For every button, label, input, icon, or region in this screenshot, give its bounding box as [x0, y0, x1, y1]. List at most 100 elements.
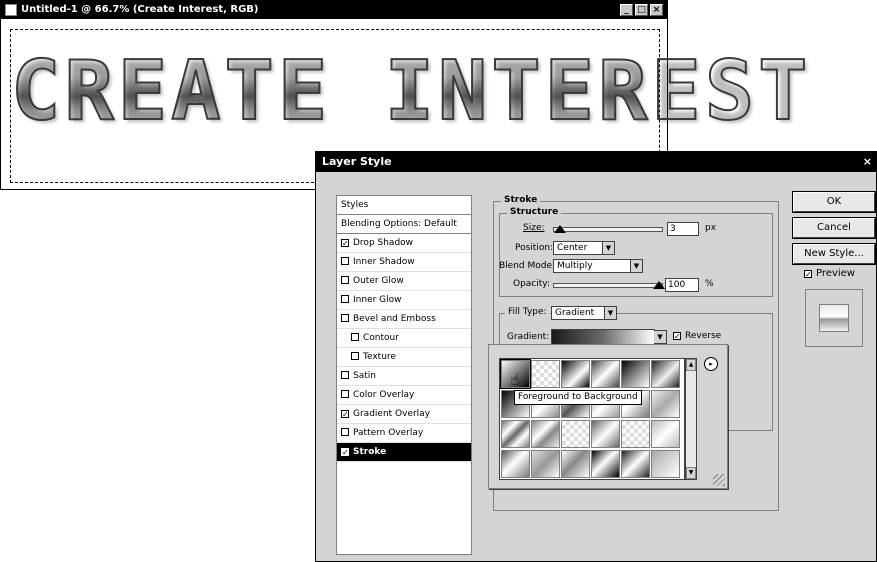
style-item-label: Gradient Overlay [353, 409, 431, 419]
styles-header[interactable]: Styles [337, 196, 471, 215]
style-item-gradient-overlay[interactable]: ✓ Gradient Overlay [337, 405, 471, 424]
style-item-pattern-overlay[interactable]: Pattern Overlay [337, 424, 471, 443]
maximize-button[interactable]: □ [635, 4, 648, 16]
gradient-dropdown[interactable]: ▼ [654, 330, 667, 344]
check-icon[interactable]: ✓ [341, 239, 349, 248]
reverse-label: Reverse [685, 331, 722, 341]
stroke-legend: Stroke [501, 195, 541, 205]
fill-type-select[interactable]: Gradient ▼ [551, 306, 617, 320]
style-item-label: Inner Shadow [353, 257, 415, 267]
picker-menu-icon[interactable]: ▸ [704, 357, 718, 371]
gradient-swatch[interactable] [621, 420, 650, 448]
checkbox-icon[interactable] [341, 276, 349, 284]
style-item-label: Outer Glow [353, 276, 404, 286]
gradient-swatch-grid [499, 358, 685, 480]
position-value: Center [557, 243, 588, 253]
fill-type-label: Fill Type: [505, 307, 550, 317]
document-title-bar[interactable]: Untitled-1 @ 66.7% (Create Interest, RGB… [1, 1, 667, 19]
new-style-button[interactable]: New Style... [792, 243, 876, 265]
chevron-down-icon: ▼ [602, 242, 614, 254]
resize-grip-icon[interactable] [713, 474, 725, 486]
style-item-bevel-and-emboss[interactable]: Bevel and Emboss [337, 310, 471, 329]
cancel-button[interactable]: Cancel [792, 217, 876, 239]
gradient-swatch[interactable] [531, 360, 560, 388]
opacity-slider-thumb[interactable] [653, 281, 665, 289]
gradient-swatch[interactable] [591, 450, 620, 478]
checkbox-icon[interactable] [341, 295, 349, 303]
style-item-label: Drop Shadow [353, 238, 414, 248]
gradient-swatch[interactable] [621, 450, 650, 478]
chevron-down-icon: ▼ [630, 260, 642, 272]
blending-options[interactable]: Blending Options: Default [337, 215, 471, 234]
size-unit: px [705, 223, 717, 233]
checkbox-icon[interactable] [341, 428, 349, 436]
gradient-swatch[interactable] [561, 450, 590, 478]
gradient-swatch[interactable] [591, 360, 620, 388]
minimize-button[interactable]: _ [620, 4, 633, 16]
dialog-close-icon[interactable]: × [863, 152, 872, 172]
ok-button[interactable]: OK [792, 191, 876, 213]
checkbox-icon[interactable] [341, 257, 349, 265]
gradient-swatch[interactable] [531, 450, 560, 478]
canvas-text: CREATE INTEREST [10, 43, 812, 140]
blend-mode-select[interactable]: Multiply ▼ [553, 259, 643, 273]
gradient-swatch[interactable] [651, 390, 680, 418]
gradient-swatch[interactable] [651, 360, 680, 388]
style-item-label: Texture [363, 352, 396, 362]
check-icon[interactable]: ✓ [341, 448, 349, 457]
style-item-texture[interactable]: Texture [337, 348, 471, 367]
position-select[interactable]: Center ▼ [553, 241, 615, 255]
preview-label: Preview [816, 268, 855, 279]
gradient-swatch[interactable] [501, 420, 530, 448]
checkbox-icon[interactable] [341, 314, 349, 322]
style-item-drop-shadow[interactable]: ✓ Drop Shadow [337, 234, 471, 253]
size-input[interactable]: 3 [667, 222, 699, 236]
gradient-swatch[interactable] [501, 450, 530, 478]
style-item-label: Stroke [353, 447, 387, 457]
style-item-outer-glow[interactable]: Outer Glow [337, 272, 471, 291]
size-label: Size: [523, 223, 545, 233]
styles-list: Styles Blending Options: Default ✓ Drop S… [336, 195, 472, 555]
close-button[interactable]: × [650, 4, 663, 16]
style-item-color-overlay[interactable]: Color Overlay [337, 386, 471, 405]
style-item-contour[interactable]: Contour [337, 329, 471, 348]
gradient-swatch[interactable] [531, 420, 560, 448]
gradient-swatch[interactable] [591, 420, 620, 448]
blend-mode-label: Blend Mode: [499, 261, 556, 271]
checkbox-icon[interactable] [341, 371, 349, 379]
picker-scrollbar[interactable]: ▲ ▼ [685, 358, 697, 480]
style-preview-swatch [819, 304, 849, 332]
checkbox-icon[interactable] [341, 390, 349, 398]
style-item-satin[interactable]: Satin [337, 367, 471, 386]
checkbox-icon[interactable] [351, 352, 359, 360]
scroll-up-icon[interactable]: ▲ [686, 359, 696, 371]
gradient-swatch[interactable] [651, 420, 680, 448]
size-slider-thumb[interactable] [554, 225, 566, 233]
gradient-tooltip: Foreground to Background [514, 390, 642, 405]
dialog-title-bar[interactable]: Layer Style × [316, 152, 876, 172]
gradient-swatch[interactable] [561, 420, 590, 448]
style-item-stroke[interactable]: ✓ Stroke [337, 443, 471, 462]
check-icon[interactable]: ✓ [341, 410, 349, 419]
chevron-down-icon: ▼ [654, 331, 666, 343]
checkbox-icon[interactable] [351, 333, 359, 341]
opacity-unit: % [705, 279, 714, 289]
style-item-label: Color Overlay [353, 390, 415, 400]
style-item-label: Satin [353, 371, 376, 381]
opacity-label: Opacity: [513, 279, 550, 289]
style-item-inner-shadow[interactable]: Inner Shadow [337, 253, 471, 272]
reverse-checkbox[interactable]: ✓ Reverse [673, 331, 721, 341]
gradient-swatch[interactable] [621, 360, 650, 388]
style-item-label: Bevel and Emboss [353, 314, 436, 324]
style-item-inner-glow[interactable]: Inner Glow [337, 291, 471, 310]
preview-checkbox[interactable]: ✓ Preview [804, 268, 855, 279]
gradient-swatch[interactable] [651, 450, 680, 478]
check-icon: ✓ [804, 270, 812, 279]
gradient-preview[interactable] [551, 329, 655, 345]
opacity-input[interactable]: 100 [665, 278, 699, 292]
opacity-slider[interactable] [553, 283, 663, 288]
size-slider[interactable] [553, 227, 663, 232]
gradient-swatch[interactable] [561, 360, 590, 388]
chevron-down-icon: ▼ [604, 307, 616, 319]
scroll-down-icon[interactable]: ▼ [686, 467, 696, 479]
